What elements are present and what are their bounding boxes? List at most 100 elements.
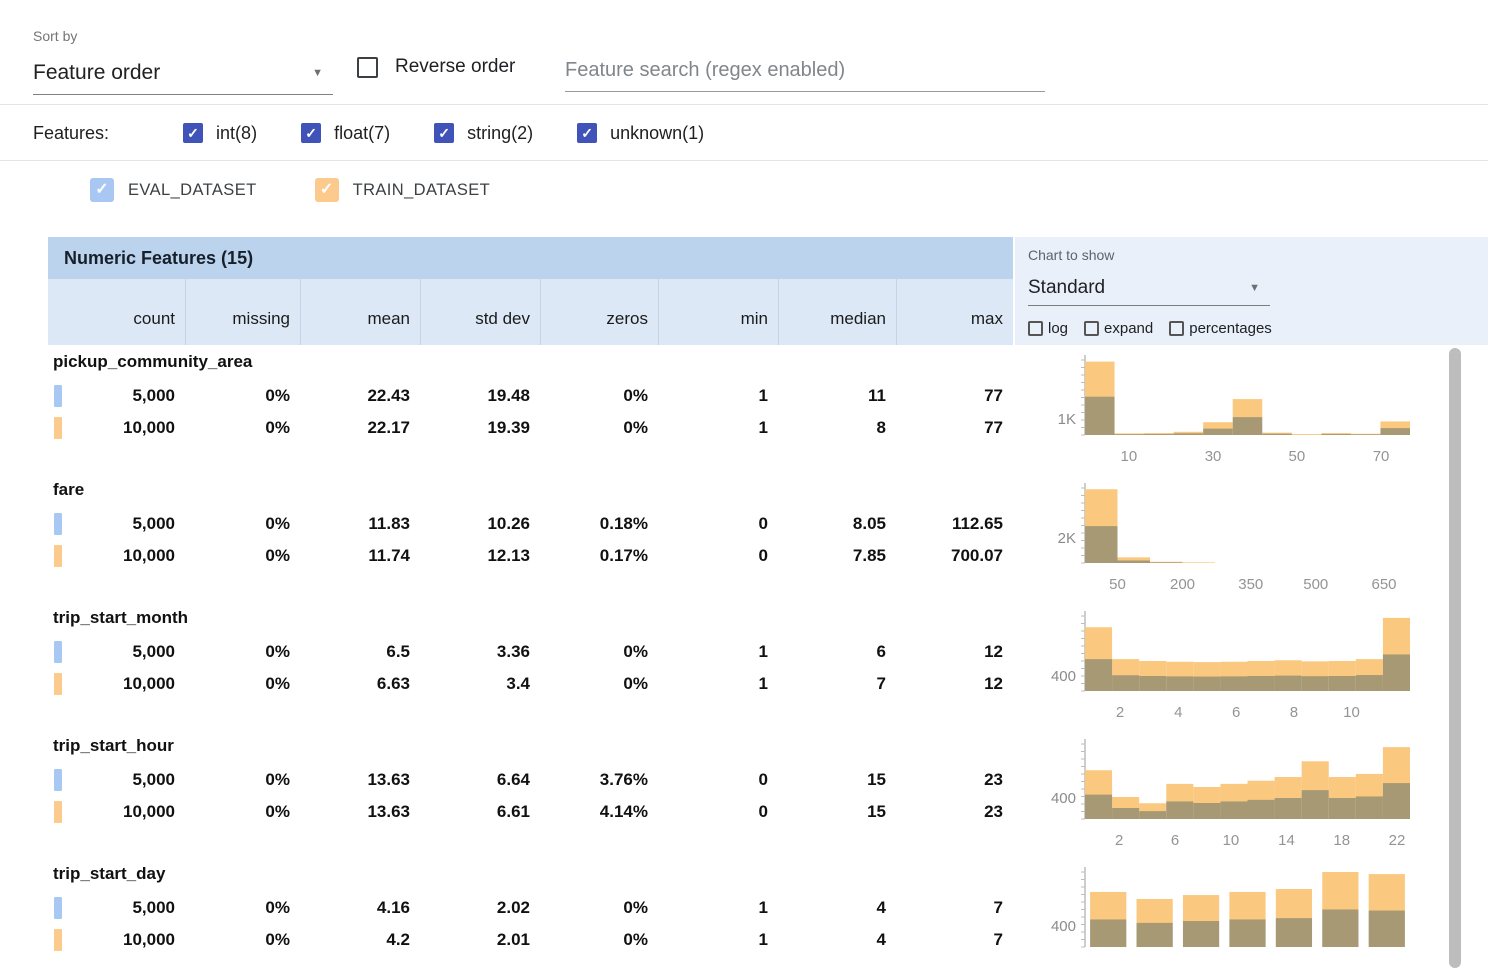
- stat-cell: 5,000: [48, 898, 185, 918]
- eval-dataset-checkbox[interactable]: ✓: [90, 178, 114, 202]
- checkmark-icon: ✓: [320, 182, 333, 198]
- charts-area: 1K103050702K5020035050065040024681040026…: [1030, 352, 1430, 968]
- stat-cell: 7: [778, 674, 896, 694]
- stat-cell: 0%: [185, 546, 300, 566]
- stat-cell: 1: [658, 930, 778, 950]
- stat-cell: 0%: [185, 930, 300, 950]
- filter-int: ✓ int(8): [183, 123, 257, 144]
- search-input[interactable]: [565, 50, 1045, 92]
- percentages-option: percentages: [1169, 320, 1272, 337]
- stat-cell: 4: [778, 930, 896, 950]
- svg-text:400: 400: [1051, 668, 1076, 685]
- feature-block: pickup_community_area5,0000%22.4319.480%…: [48, 352, 1013, 444]
- column-header-count: count: [48, 279, 185, 345]
- percentages-checkbox[interactable]: [1169, 321, 1184, 336]
- log-checkbox[interactable]: [1028, 321, 1043, 336]
- stat-cell: 3.36: [420, 642, 540, 662]
- stat-cell: 0: [658, 770, 778, 790]
- stat-cell: 0%: [540, 674, 658, 694]
- log-label: log: [1048, 320, 1068, 337]
- stat-cell: 0%: [540, 642, 658, 662]
- svg-text:8: 8: [1290, 704, 1298, 721]
- histogram-fare: 2K50200350500650: [1030, 482, 1415, 604]
- chart-type-select[interactable]: Standard ▼: [1028, 270, 1270, 306]
- reverse-order-label: Reverse order: [395, 56, 515, 78]
- stat-cell: 12: [896, 674, 1013, 694]
- stat-cell: 0%: [185, 770, 300, 790]
- unknown-checkbox[interactable]: ✓: [577, 123, 597, 143]
- svg-text:2: 2: [1115, 832, 1123, 849]
- stat-cell: 0.17%: [540, 546, 658, 566]
- stat-cell: 10,000: [48, 546, 185, 566]
- sort-by-select[interactable]: Feature order ▼: [33, 52, 333, 95]
- stat-cell: 7.85: [778, 546, 896, 566]
- stat-cell: 77: [896, 418, 1013, 438]
- filter-unknown: ✓ unknown(1): [577, 123, 704, 144]
- chart-controls-panel: Chart to show Standard ▼ log expand perc…: [1015, 237, 1488, 345]
- stat-cell: 1: [658, 642, 778, 662]
- svg-text:18: 18: [1333, 832, 1350, 849]
- svg-text:4: 4: [1174, 704, 1182, 721]
- string-checkbox[interactable]: ✓: [434, 123, 454, 143]
- svg-text:22: 22: [1389, 832, 1406, 849]
- stat-cell: 0: [658, 514, 778, 534]
- stat-cell: 8: [778, 418, 896, 438]
- column-header-missing: missing: [185, 279, 300, 345]
- stat-cell: 77: [896, 386, 1013, 406]
- train-dataset-checkbox[interactable]: ✓: [315, 178, 339, 202]
- stat-row-train: 10,0000%4.22.010%147: [48, 924, 1013, 956]
- int-checkbox[interactable]: ✓: [183, 123, 203, 143]
- svg-text:500: 500: [1303, 576, 1328, 593]
- expand-checkbox[interactable]: [1084, 321, 1099, 336]
- sort-by-label: Sort by: [33, 28, 77, 44]
- stat-cell: 6.63: [300, 674, 420, 694]
- svg-text:1K: 1K: [1058, 411, 1076, 428]
- filter-int-label: int(8): [216, 123, 257, 144]
- histogram-chart: 400246810: [1030, 610, 1415, 732]
- column-header-max: max: [896, 279, 1013, 345]
- feature-name: trip_start_hour: [48, 736, 1013, 764]
- stat-cell: 5,000: [48, 642, 185, 662]
- feature-block: trip_start_hour5,0000%13.636.643.76%0152…: [48, 736, 1013, 828]
- stat-row-eval: 5,0000%13.636.643.76%01523: [48, 764, 1013, 796]
- stat-cell: 0%: [540, 898, 658, 918]
- stat-cell: 2.02: [420, 898, 540, 918]
- stat-row-eval: 5,0000%6.53.360%1612: [48, 636, 1013, 668]
- stat-cell: 1: [658, 898, 778, 918]
- feature-type-filter-row: Features: ✓ int(8) ✓ float(7) ✓ string(2…: [0, 106, 1488, 161]
- feature-block: trip_start_day5,0000%4.162.020%14710,000…: [48, 864, 1013, 956]
- stat-cell: 0%: [185, 802, 300, 822]
- stat-cell: 0%: [185, 514, 300, 534]
- svg-text:400: 400: [1051, 790, 1076, 807]
- stat-cell: 700.07: [896, 546, 1013, 566]
- float-checkbox[interactable]: ✓: [301, 123, 321, 143]
- filter-float-label: float(7): [334, 123, 390, 144]
- stat-cell: 4.14%: [540, 802, 658, 822]
- stat-cell: 15: [778, 802, 896, 822]
- stat-cell: 19.39: [420, 418, 540, 438]
- stat-cell: 22.43: [300, 386, 420, 406]
- histogram-trip_start_month: 400246810: [1030, 610, 1415, 732]
- stat-cell: 23: [896, 802, 1013, 822]
- column-header-min: min: [658, 279, 778, 345]
- stat-cell: 112.65: [896, 514, 1013, 534]
- reverse-order-checkbox[interactable]: [357, 57, 378, 78]
- svg-text:6: 6: [1232, 704, 1240, 721]
- eval-dataset-swatch: [54, 385, 62, 407]
- stat-cell: 0%: [540, 386, 658, 406]
- chart-to-show-label: Chart to show: [1028, 247, 1114, 263]
- svg-text:650: 650: [1371, 576, 1396, 593]
- feature-block: fare5,0000%11.8310.260.18%08.05112.6510,…: [48, 480, 1013, 572]
- stat-cell: 19.48: [420, 386, 540, 406]
- filter-float: ✓ float(7): [301, 123, 390, 144]
- eval-dataset-item: ✓ EVAL_DATASET: [90, 178, 257, 202]
- stat-cell: 6.61: [420, 802, 540, 822]
- stat-cell: 23: [896, 770, 1013, 790]
- sort-by-value: Feature order: [33, 61, 160, 85]
- histogram-chart: 4002610141822: [1030, 738, 1415, 860]
- stat-cell: 1: [658, 674, 778, 694]
- stat-row-train: 10,0000%13.636.614.14%01523: [48, 796, 1013, 828]
- feature-name: fare: [48, 480, 1013, 508]
- svg-text:50: 50: [1289, 448, 1306, 465]
- scrollbar-thumb[interactable]: [1449, 348, 1461, 968]
